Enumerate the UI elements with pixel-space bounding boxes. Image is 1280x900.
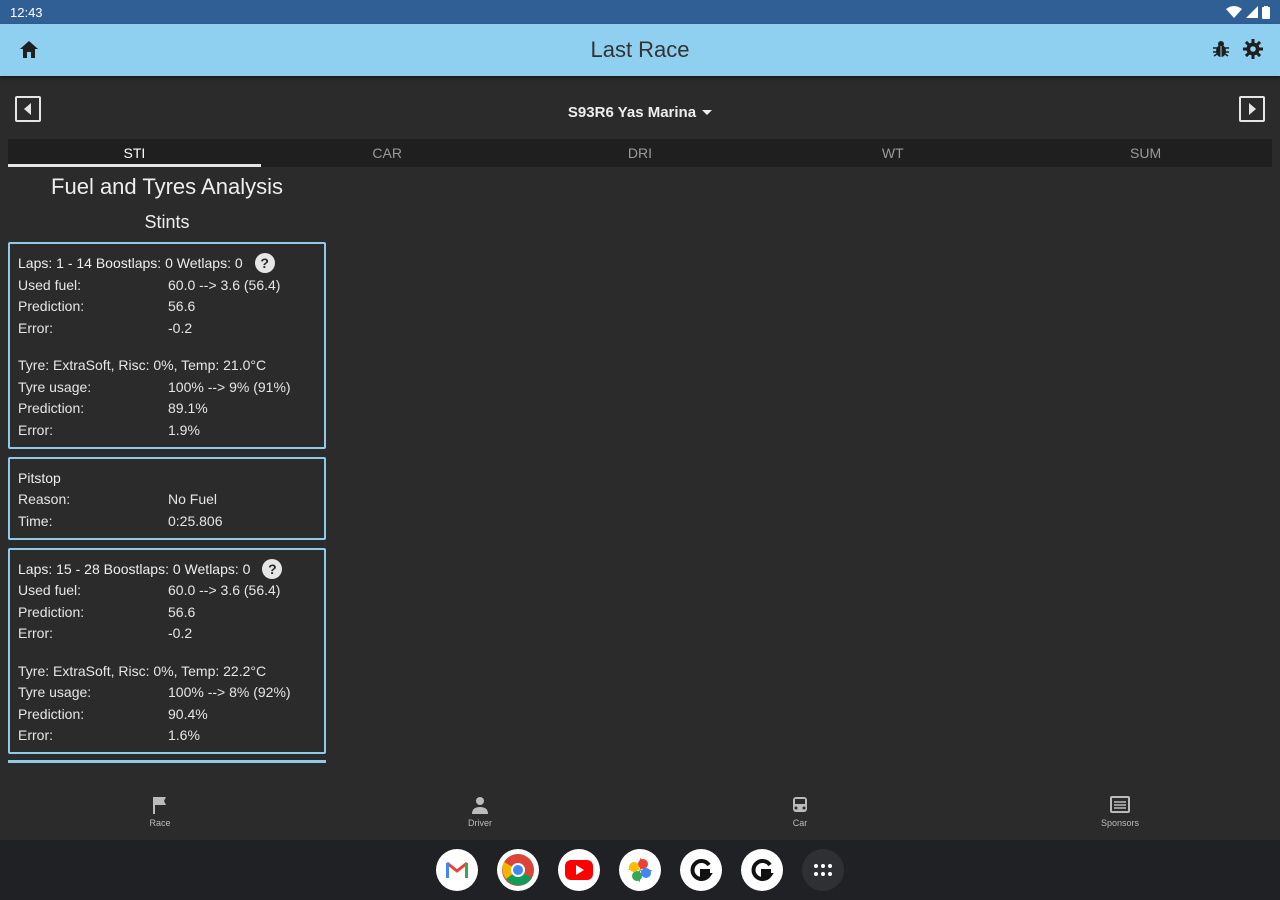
chevron-down-icon (702, 109, 713, 115)
nav-car[interactable]: Car (640, 784, 960, 840)
arrow-left-icon (24, 103, 31, 115)
sponsors-icon (1110, 796, 1130, 813)
person-icon (472, 797, 488, 814)
stint-header: Laps: 1 - 14 Boostlaps: 0 Wetlaps: 0 ? (18, 252, 316, 274)
app-icon[interactable] (680, 849, 722, 891)
launcher-dock (0, 840, 1280, 900)
stint-card-2: Laps: 15 - 28 Boostlaps: 0 Wetlaps: 0 ? … (8, 547, 326, 754)
tyre-info: Tyre: ExtraSoft, Risc: 0%, Temp: 22.2°C (18, 662, 267, 679)
stint-header: Laps: 15 - 28 Boostlaps: 0 Wetlaps: 0 ? (18, 558, 316, 580)
tyre-error-row: Error: 1.9% (18, 421, 200, 438)
nav-driver[interactable]: Driver (320, 784, 640, 840)
tab-sum[interactable]: SUM (1019, 139, 1272, 167)
signal-icon (1246, 6, 1258, 18)
tyre-error-row: Error: 1.6% (18, 727, 200, 744)
settings-button[interactable] (1242, 38, 1264, 60)
race-navigation: S93R6 Yas Marina (0, 96, 1280, 128)
bug-report-button[interactable] (1210, 38, 1232, 60)
wifi-icon (1226, 6, 1242, 18)
tyre-usage-row: Tyre usage: 100% --> 9% (91%) (18, 378, 291, 395)
app-icon[interactable] (741, 849, 783, 891)
nav-race[interactable]: Race (0, 784, 320, 840)
pitstop-reason-row: Reason: No Fuel (18, 491, 218, 508)
race-selector-label: S93R6 Yas Marina (567, 103, 697, 121)
pitstop-card: Pitstop Reason: No Fuel Time: 0:25.806 (8, 456, 326, 540)
tyre-usage-row: Tyre usage: 100% --> 8% (92%) (18, 684, 291, 701)
help-icon[interactable]: ? (262, 558, 283, 579)
arrow-right-icon (1249, 103, 1256, 115)
pitstop-time-row: Time: 0:25.806 (18, 512, 223, 529)
flag-icon (153, 797, 166, 814)
tab-car[interactable]: CAR (261, 139, 514, 167)
youtube-icon[interactable] (558, 849, 600, 891)
stints-heading: Stints (144, 212, 190, 232)
fuel-prediction-row: Prediction: 56.6 (18, 298, 196, 315)
gear-icon (1243, 39, 1263, 59)
home-button[interactable] (18, 38, 40, 60)
analysis-title: Fuel and Tyres Analysis (51, 174, 283, 199)
next-race-button[interactable] (1239, 96, 1265, 122)
fuel-error-row: Error: -0.2 (18, 319, 193, 336)
car-icon (793, 797, 807, 812)
app-drawer-icon[interactable] (802, 849, 844, 891)
next-card-edge (8, 760, 326, 763)
bottom-navigation: Race Driver Car Sponsors (0, 784, 1280, 840)
gmail-icon[interactable] (436, 849, 478, 891)
photos-icon[interactable] (619, 849, 661, 891)
tab-dri[interactable]: DRI (514, 139, 767, 167)
status-bar: 12:43 (0, 0, 1280, 24)
battery-icon (1262, 5, 1270, 19)
app-bar: Last Race (0, 24, 1280, 76)
stints-panel[interactable]: Fuel and Tyres Analysis Stints Laps: 1 -… (8, 168, 326, 778)
chrome-icon[interactable] (497, 849, 539, 891)
race-selector[interactable]: S93R6 Yas Marina (567, 103, 713, 121)
status-time: 12:43 (10, 4, 43, 20)
tyre-prediction-row: Prediction: 89.1% (18, 400, 208, 417)
previous-race-button[interactable] (15, 96, 41, 122)
stint-card-1: Laps: 1 - 14 Boostlaps: 0 Wetlaps: 0 ? U… (8, 242, 326, 449)
tab-wt[interactable]: WT (766, 139, 1019, 167)
pitstop-header: Pitstop (18, 469, 61, 486)
tab-bar: STI CAR DRI WT SUM (8, 139, 1272, 167)
home-icon (20, 40, 38, 58)
tyre-info: Tyre: ExtraSoft, Risc: 0%, Temp: 21.0°C (18, 357, 267, 374)
tab-sti[interactable]: STI (8, 139, 261, 167)
fuel-used-row: Used fuel: 60.0 --> 3.6 (56.4) (18, 276, 281, 293)
help-icon[interactable]: ? (254, 253, 275, 273)
fuel-used-row: Used fuel: 60.0 --> 3.6 (56.4) (18, 582, 281, 599)
page-title: Last Race (590, 37, 690, 62)
tyre-prediction-row: Prediction: 90.4% (18, 705, 208, 722)
status-icons (1226, 5, 1270, 19)
bug-icon (1213, 41, 1229, 57)
fuel-prediction-row: Prediction: 56.6 (18, 603, 196, 620)
nav-sponsors[interactable]: Sponsors (960, 784, 1280, 840)
fuel-error-row: Error: -0.2 (18, 625, 193, 642)
